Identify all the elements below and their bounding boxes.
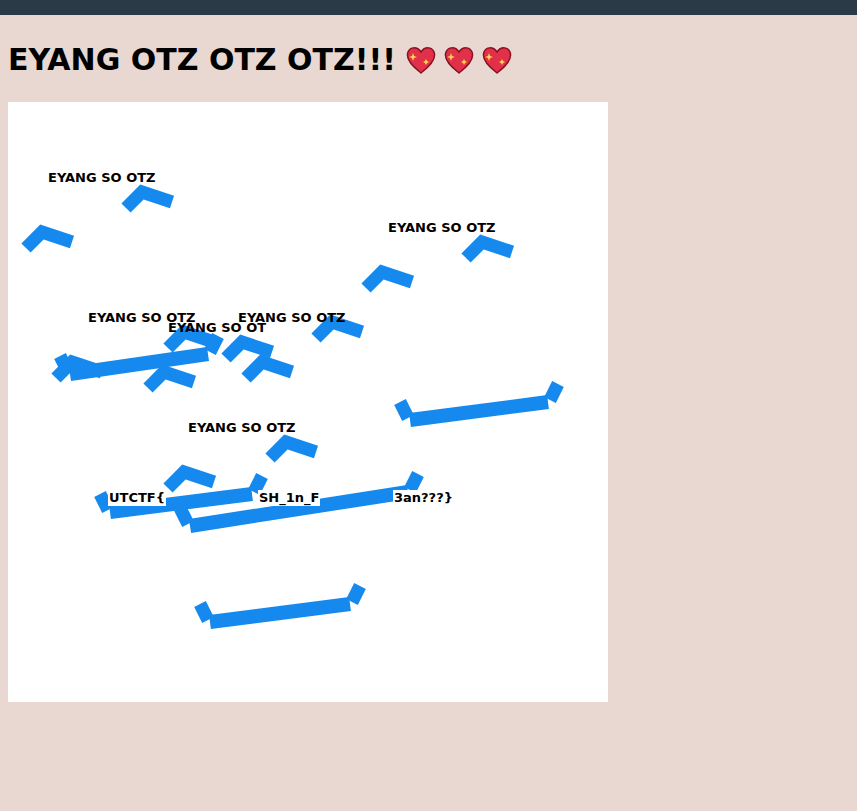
canvas-label: EYANG SO OTZ [238,310,345,326]
page-heading: EYANG OTZ OTZ OTZ!!! [8,41,857,79]
flag-fragment: SH_1n_F [258,490,320,506]
flag-fragment: UTCTF{ [108,490,166,506]
arrow-shapes-icon [8,102,608,702]
canvas-label: EYANG SO OTZ [388,220,495,236]
flag-fragment: 3an???} [393,490,454,506]
canvas-label: EYANG SO OTZ [48,170,155,186]
sparkling-heart-icon [480,43,514,77]
sparkling-heart-icon [442,43,476,77]
heading-text: EYANG OTZ OTZ OTZ!!! [8,41,396,79]
game-canvas[interactable]: EYANG SO OTZ EYANG SO OTZ EYANG SO OTZ EYAN… [8,102,608,702]
page: EYANG OTZ OTZ OTZ!!!EYANG SO OTZEYANG SO… [0,0,857,811]
canvas-label: EYANG SO OTZ [188,420,295,436]
hearts [404,43,514,77]
browser-bar [0,0,857,15]
sparkling-heart-icon [404,43,438,77]
